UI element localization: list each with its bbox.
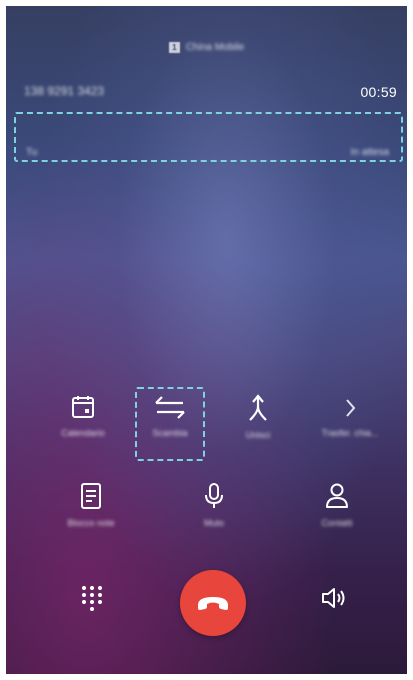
notepad-button[interactable]: Blocco note: [51, 482, 131, 528]
contacts-label: Contatti: [321, 518, 353, 528]
call-duration: 00:59: [360, 84, 397, 100]
transfer-call-button[interactable]: Trasfer. chia...: [310, 396, 390, 438]
speaker-button[interactable]: [320, 586, 350, 615]
swap-button[interactable]: Scambia: [130, 394, 210, 438]
contact-icon: [326, 483, 348, 508]
transfer-call-label: Trasfer. chia...: [321, 428, 379, 438]
held-call-status: In attesa: [350, 147, 389, 158]
mute-button[interactable]: Muto: [174, 482, 254, 528]
call-screen: 1 China Mobile 138 9291 3423 00:59 Tu In…: [6, 6, 407, 674]
dialpad-button[interactable]: [80, 584, 104, 617]
active-call-number: 138 9291 3423: [24, 84, 105, 98]
calendar-label: Calendario: [61, 428, 105, 438]
dialpad-icon: [82, 586, 102, 611]
notepad-label: Blocco note: [67, 518, 115, 528]
end-call-button[interactable]: [180, 570, 246, 636]
held-call-row[interactable]: [14, 112, 403, 162]
carrier-indicator: 1 China Mobile: [6, 42, 407, 53]
microphone-icon: [205, 483, 223, 508]
carrier-name: China Mobile: [185, 42, 245, 53]
sim-slot-badge: 1: [168, 42, 180, 53]
merge-button[interactable]: Unisci: [218, 394, 298, 440]
hang-up-icon: [198, 597, 228, 610]
calendar-icon: [72, 396, 94, 418]
merge-label: Unisci: [245, 430, 271, 440]
contacts-button[interactable]: Contatti: [297, 482, 377, 528]
notepad-icon: [81, 483, 101, 509]
swap-label: Scambia: [152, 428, 188, 438]
mute-label: Muto: [203, 518, 224, 528]
swap-icon: [155, 396, 185, 419]
held-call-name: Tu: [26, 147, 38, 158]
calendar-button[interactable]: Calendario: [43, 394, 123, 438]
speaker-icon: [322, 588, 345, 608]
chevron-right-icon: [346, 399, 356, 417]
merge-icon: [249, 394, 267, 421]
